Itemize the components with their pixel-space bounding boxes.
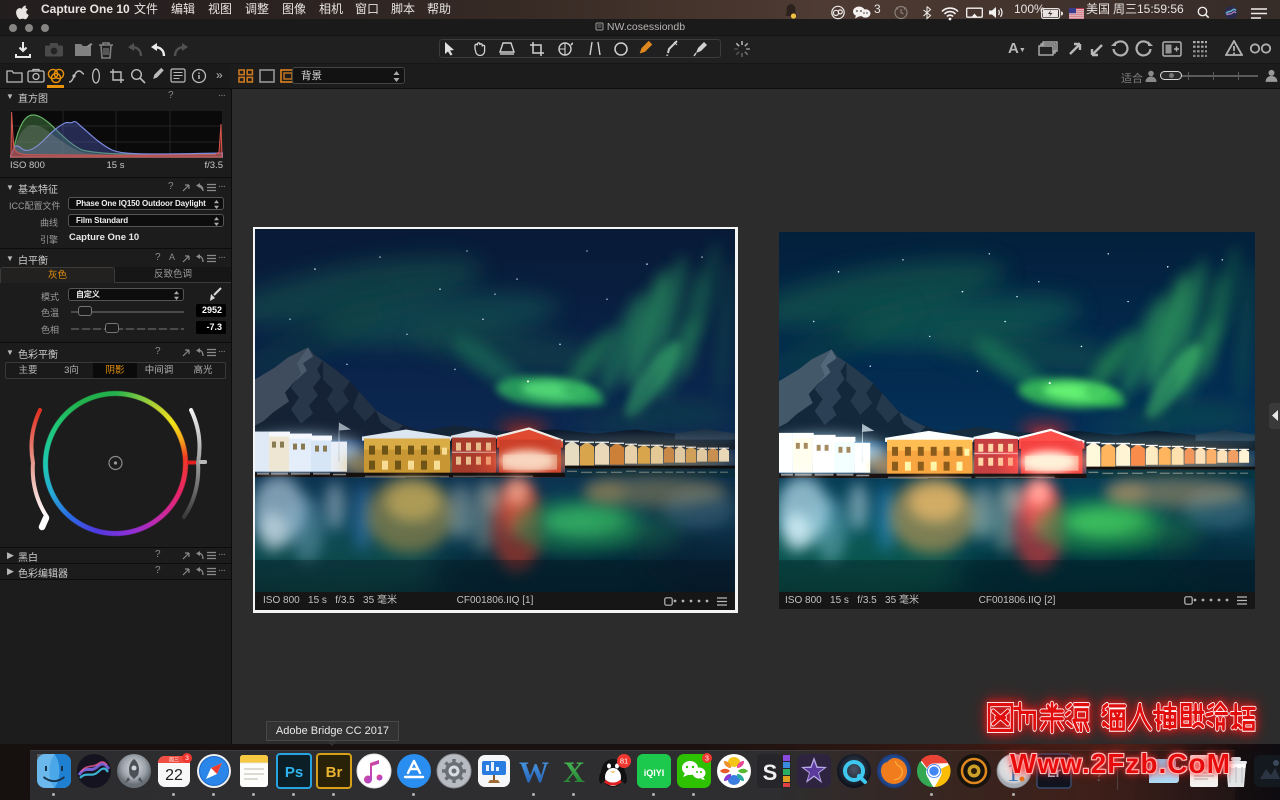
svg-text:周三: 周三	[169, 758, 179, 764]
svg-text:81: 81	[620, 757, 628, 766]
svg-text:X: X	[563, 756, 585, 789]
svg-text:Br: Br	[326, 764, 343, 781]
svg-text:22: 22	[165, 767, 183, 784]
svg-text:W: W	[519, 756, 549, 789]
svg-text:Ps: Ps	[285, 764, 303, 781]
svg-text:S: S	[763, 760, 778, 785]
svg-text:3: 3	[705, 756, 709, 763]
svg-text:iQIYI: iQIYI	[644, 768, 665, 778]
svg-text:3: 3	[185, 755, 189, 762]
